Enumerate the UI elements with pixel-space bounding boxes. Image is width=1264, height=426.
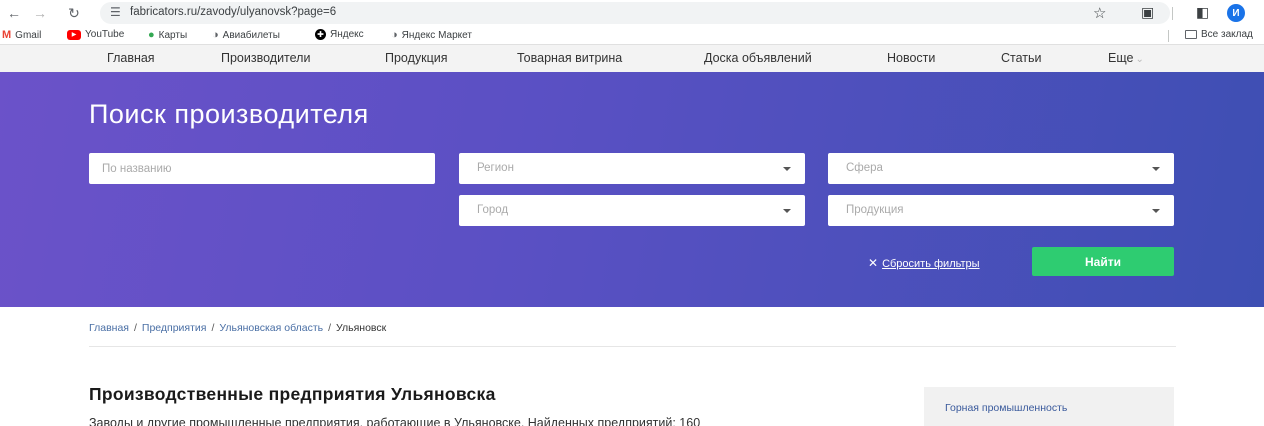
bookmark-label: Авиабилеты — [222, 29, 280, 41]
breadcrumb-separator: / — [133, 322, 137, 334]
name-search-field[interactable] — [89, 153, 435, 184]
bookmark-label: Все заклад — [1201, 29, 1253, 40]
nav-articles[interactable]: Статьи — [1001, 51, 1042, 65]
category-sidebar: Горная промышленность — [924, 387, 1174, 426]
sphere-select[interactable]: Сфера — [828, 153, 1174, 184]
bookmark-aviabilety[interactable]: ◑ Авиабилеты — [212, 29, 280, 41]
maps-icon: ● — [148, 29, 155, 41]
products-select[interactable]: Продукция — [828, 195, 1174, 226]
chevron-down-icon: ⌄ — [1135, 54, 1144, 65]
bookmarks-bar: M Gmail ▶ YouTube ● Карты ◑ Авиабилеты ✚… — [0, 26, 1264, 45]
caret-down-icon — [783, 209, 791, 213]
folder-icon — [1185, 30, 1197, 39]
bookmarks-divider — [1168, 30, 1169, 42]
region-select-label: Регион — [477, 162, 514, 174]
address-bar[interactable]: ☰ fabricators.ru/zavody/ulyanovsk?page=6 — [100, 2, 1170, 24]
name-search-input[interactable] — [89, 153, 435, 184]
breadcrumb-home[interactable]: Главная — [89, 322, 129, 334]
category-link-mining[interactable]: Горная промышленность — [945, 402, 1067, 414]
nav-news[interactable]: Новости — [887, 51, 935, 65]
reload-icon[interactable]: ↻ — [64, 3, 84, 23]
nav-board[interactable]: Доска объявлений — [704, 51, 812, 65]
bookmark-label: Яндекс — [330, 29, 364, 40]
products-select-label: Продукция — [846, 204, 904, 216]
search-title: Поиск производителя — [89, 99, 369, 129]
city-select[interactable]: Город — [459, 195, 805, 226]
youtube-icon: ▶ — [67, 29, 81, 40]
breadcrumb-separator: / — [211, 322, 215, 334]
caret-down-icon — [1152, 209, 1160, 213]
caret-down-icon — [783, 167, 791, 171]
sphere-select-label: Сфера — [846, 162, 883, 174]
nav-home[interactable]: Главная — [107, 51, 155, 65]
bookmark-star-icon[interactable]: ☆ — [1093, 4, 1106, 22]
bookmark-label: YouTube — [85, 29, 125, 40]
breadcrumb-current: Ульяновск — [336, 322, 387, 334]
gmail-icon: M — [2, 29, 12, 41]
search-panel: Поиск производителя Регион Сфера Город П… — [0, 72, 1264, 307]
extensions-icon[interactable]: ▣ — [1141, 4, 1154, 21]
side-panel-icon[interactable]: ◧ — [1196, 4, 1209, 21]
region-select[interactable]: Регион — [459, 153, 805, 184]
nav-showcase[interactable]: Товарная витрина — [517, 51, 622, 65]
globe-icon: ◑ — [391, 29, 398, 41]
breadcrumb-region[interactable]: Ульяновская область — [219, 322, 323, 334]
page-description: Заводы и другие промышленные предприятия… — [89, 416, 701, 426]
site-settings-icon[interactable]: ☰ — [110, 5, 121, 19]
all-bookmarks-button[interactable]: Все заклад — [1185, 29, 1253, 40]
nav-manufacturers[interactable]: Производители — [221, 51, 310, 65]
bookmark-label: Карты — [158, 29, 188, 41]
nav-more[interactable]: Еще ⌄ — [1108, 51, 1144, 65]
bookmark-gmail[interactable]: M Gmail — [2, 29, 41, 41]
reset-filters-link[interactable]: ✕ Сбросить фильтры — [868, 256, 980, 270]
breadcrumb-separator: / — [328, 322, 332, 334]
toolbar-divider — [1172, 7, 1173, 20]
bookmark-label: Яндекс Маркет — [401, 29, 472, 41]
globe-icon: ◑ — [212, 29, 219, 41]
forward-arrow-icon[interactable]: → — [30, 3, 50, 23]
bookmark-youtube[interactable]: ▶ YouTube — [67, 29, 124, 40]
bookmark-yandex[interactable]: ✚ Яндекс — [315, 29, 364, 40]
url-text[interactable]: fabricators.ru/zavody/ulyanovsk?page=6 — [130, 6, 336, 18]
bookmark-label: Gmail — [15, 29, 42, 41]
browser-toolbar: ← → ↻ ☰ fabricators.ru/zavody/ulyanovsk?… — [0, 0, 1264, 26]
yandex-icon: ✚ — [315, 29, 326, 40]
city-select-label: Город — [477, 204, 509, 216]
nav-products[interactable]: Продукция — [385, 51, 448, 65]
profile-avatar[interactable]: И — [1227, 4, 1245, 22]
breadcrumb: Главная / Предприятия / Ульяновская область /… — [89, 322, 386, 334]
divider — [89, 346, 1176, 347]
site-navigation: Главная Производители Продукция Товарная… — [0, 45, 1264, 72]
close-icon: ✕ — [868, 256, 879, 270]
reset-filters-label: Сбросить фильтры — [882, 258, 980, 270]
bookmark-maps[interactable]: ● Карты — [148, 29, 187, 41]
caret-down-icon — [1152, 167, 1160, 171]
page-title: Производственные предприятия Ульяновска — [89, 384, 496, 404]
back-arrow-icon[interactable]: ← — [4, 3, 24, 23]
breadcrumb-enterprises[interactable]: Предприятия — [142, 322, 207, 334]
bookmark-yandex-market[interactable]: ◑ Яндекс Маркет — [391, 29, 472, 41]
find-button[interactable]: Найти — [1032, 247, 1174, 276]
nav-more-label: Еще — [1108, 51, 1134, 65]
